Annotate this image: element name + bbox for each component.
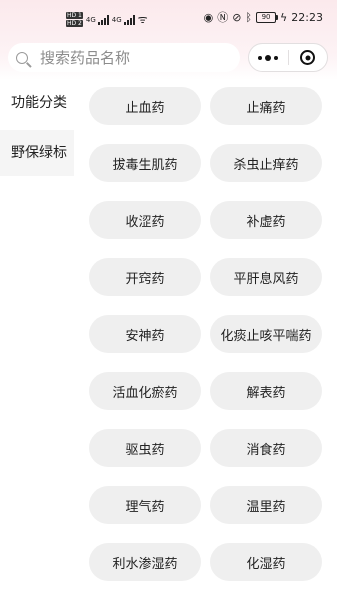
search-placeholder: 搜索药品名称	[40, 49, 131, 67]
sidebar-item-label: 功能分类	[11, 95, 67, 111]
sidebar-item-wildlife-green-label[interactable]: 野保绿标	[0, 130, 74, 176]
sidebar-item-label: 野保绿标	[11, 145, 67, 161]
category-button[interactable]: 平肝息风药	[210, 258, 322, 296]
category-button[interactable]: 安神药	[89, 315, 201, 353]
category-button[interactable]: 止痛药	[210, 87, 322, 125]
mini-program-capsule	[248, 43, 328, 72]
network-type-2: 4G	[111, 15, 122, 24]
battery-icon: 90	[256, 12, 279, 23]
more-button[interactable]	[249, 44, 288, 71]
network-type-1: 4G	[85, 15, 96, 24]
sidebar-item-function-category[interactable]: 功能分类	[0, 80, 74, 126]
category-button[interactable]: 拔毒生肌药	[89, 144, 201, 182]
search-icon	[16, 51, 28, 64]
category-grid: 止血药 止痛药 拔毒生肌药 杀虫止痒药 收涩药 补虚药 开窍药 平肝息风药 安神…	[89, 87, 322, 581]
status-bar: HD 1 HD 2 4G 4G ᯤ ◉ Ⓝ ⊘ ᛒ 90 ϟ 22:23	[0, 0, 337, 40]
charging-icon: ϟ	[280, 10, 288, 24]
category-button[interactable]: 化湿药	[210, 543, 322, 581]
sidebar: 功能分类 野保绿标	[0, 80, 74, 176]
more-icon	[258, 54, 279, 61]
wifi-icon: ᯤ	[137, 12, 148, 26]
category-button[interactable]: 补虚药	[210, 201, 322, 239]
close-button[interactable]	[288, 44, 327, 71]
status-icons: ◉ Ⓝ ⊘ ᛒ 90 ϟ 22:23	[204, 11, 323, 24]
nfc-icon: Ⓝ	[217, 10, 229, 24]
category-button[interactable]: 利水渗湿药	[89, 543, 201, 581]
silent-icon: ⊘	[232, 10, 242, 24]
category-button[interactable]: 止血药	[89, 87, 201, 125]
category-button[interactable]: 消食药	[210, 429, 322, 467]
signal-group: HD 1 HD 2 4G 4G ᯤ	[66, 12, 148, 27]
signal-strength-icon-2	[123, 14, 135, 25]
category-button[interactable]: 收涩药	[89, 201, 201, 239]
category-button[interactable]: 理气药	[89, 486, 201, 524]
category-button[interactable]: 活血化瘀药	[89, 372, 201, 410]
sim2-label: HD 2	[66, 20, 83, 27]
category-button[interactable]: 化痰止咳平喘药	[210, 315, 322, 353]
category-button[interactable]: 解表药	[210, 372, 322, 410]
category-button[interactable]: 杀虫止痒药	[210, 144, 322, 182]
signal-strength-icon	[97, 14, 109, 25]
clock: 22:23	[291, 11, 323, 24]
category-button[interactable]: 开窍药	[89, 258, 201, 296]
category-button[interactable]: 驱虫药	[89, 429, 201, 467]
search-input[interactable]: 搜索药品名称	[8, 43, 240, 72]
eye-icon: ◉	[203, 10, 214, 24]
category-button[interactable]: 温里药	[210, 486, 322, 524]
close-icon	[300, 50, 316, 65]
sim-labels: HD 1 HD 2	[66, 12, 83, 27]
bluetooth-icon: ᛒ	[245, 10, 253, 24]
sim1-label: HD 1	[66, 12, 83, 19]
